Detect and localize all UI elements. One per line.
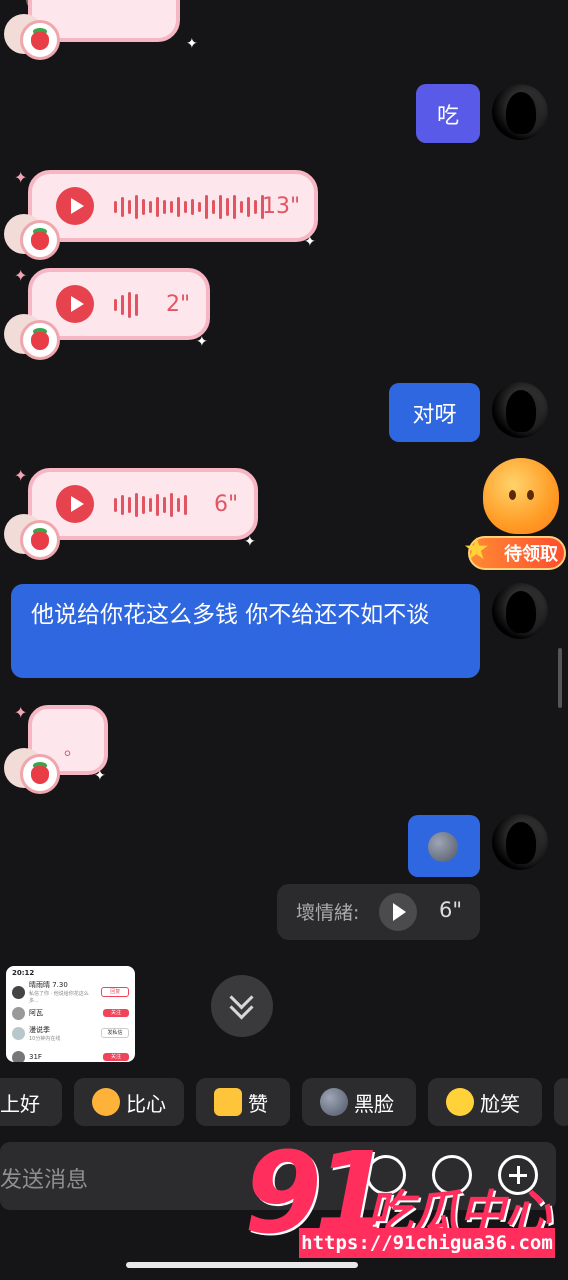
play-icon[interactable] [379,893,417,931]
play-icon[interactable] [56,187,94,225]
voice-duration: 2" [166,292,191,317]
sparkle-icon: ✦ [14,703,28,722]
sparkle-icon: ✦ [14,168,28,187]
home-indicator[interactable] [126,1262,358,1268]
voice-duration: 6" [214,492,239,517]
chip-label: 比心 [126,1091,166,1116]
outgoing-message[interactable]: 吃 [416,84,480,143]
sticker-text: 。 [64,739,82,760]
capsule-duration: 6" [439,898,463,922]
voice-message[interactable]: 13" [28,170,318,242]
my-avatar[interactable] [492,583,548,639]
capsule-label: 壞情緒: [296,902,360,924]
quick-reply-chip[interactable]: 黑脸 [302,1078,416,1126]
quick-reply-chip[interactable]: 上好 [0,1078,62,1126]
awkward-smile-icon [446,1088,474,1116]
thumb-row-name: 晴雨晴 7.30 [29,981,68,989]
strawberry-sticker-icon [4,306,60,360]
sparkle-icon: ✦ [186,36,198,52]
scroll-to-bottom-button[interactable] [211,975,273,1037]
my-avatar[interactable] [492,382,548,438]
voice-message[interactable]: 6" [28,468,258,540]
thumb-row-name: 漫说季 [29,1025,50,1034]
waveform-icon [114,192,264,222]
chip-label: 黑脸 [354,1091,394,1116]
thumb-time: 20:12 [12,969,35,977]
thumb-row-msg: 10分钟内在线 [29,1035,61,1042]
moon-face-icon [428,832,458,862]
thumb-row-button: 关注 [103,1009,129,1017]
chip-label: 赞 [248,1091,268,1116]
waveform-icon [114,290,138,320]
quick-reply-chip[interactable]: 比心 [74,1078,184,1126]
star-icon: ★ [463,532,490,567]
thumb-row-name: 阿瓦 [29,1009,43,1017]
reward-mascot-icon[interactable] [483,458,559,534]
scrollbar[interactable] [558,648,562,708]
outgoing-message[interactable]: 对呀 [389,383,480,442]
sparkle-icon: ✦ [94,768,106,784]
sparkle-icon: ✦ [14,266,28,285]
my-avatar[interactable] [492,84,548,140]
sparkle-icon: ✦ [196,334,208,350]
waveform-icon [114,490,187,520]
black-face-icon [320,1088,348,1116]
thumb-row-button: 关注 [103,1053,129,1061]
voice-duration: 13" [262,194,301,219]
sparkle-icon: ✦ [14,466,28,485]
strawberry-sticker-icon [4,6,60,60]
thumb-row-msg: 私信了你 · 他说给你花这么多... [29,991,89,1004]
play-icon[interactable] [56,485,94,523]
my-avatar[interactable] [492,814,548,870]
strawberry-sticker-icon [4,206,60,260]
thumb-row-name: 31F [29,1053,42,1061]
thumb-row-button: 回复 [101,987,129,997]
thumbs-up-icon [214,1088,242,1116]
screenshot-thumbnail[interactable]: 20:12 晴雨晴 7.30 私信了你 · 他说给你花这么多... 回复 阿瓦 … [6,966,135,1062]
sparkle-icon: ✦ [304,234,316,250]
emoji-message[interactable] [408,815,480,877]
thumb-row-button: 发私信 [101,1028,129,1038]
outgoing-message-long[interactable]: 他说给你花这么多钱 你不给还不如不谈 [11,584,480,678]
quick-reply-chip[interactable]: 尬笑 [428,1078,542,1126]
watermark-url: https://91chigua36.com [299,1228,555,1258]
chip-label: 上好 [0,1091,40,1116]
quick-reply-chip[interactable]: 赞 [196,1078,290,1126]
play-icon[interactable] [56,285,94,323]
voice-to-text-capsule[interactable]: 壞情緒: 6" [277,884,480,940]
sparkle-icon: ✦ [244,534,256,550]
quick-reply-chip[interactable] [554,1078,568,1126]
finger-heart-icon [92,1088,120,1116]
chip-label: 尬笑 [480,1091,520,1116]
strawberry-sticker-icon [4,506,60,560]
message-input[interactable]: 发送消息 [0,1162,88,1194]
strawberry-sticker-icon [4,740,60,794]
